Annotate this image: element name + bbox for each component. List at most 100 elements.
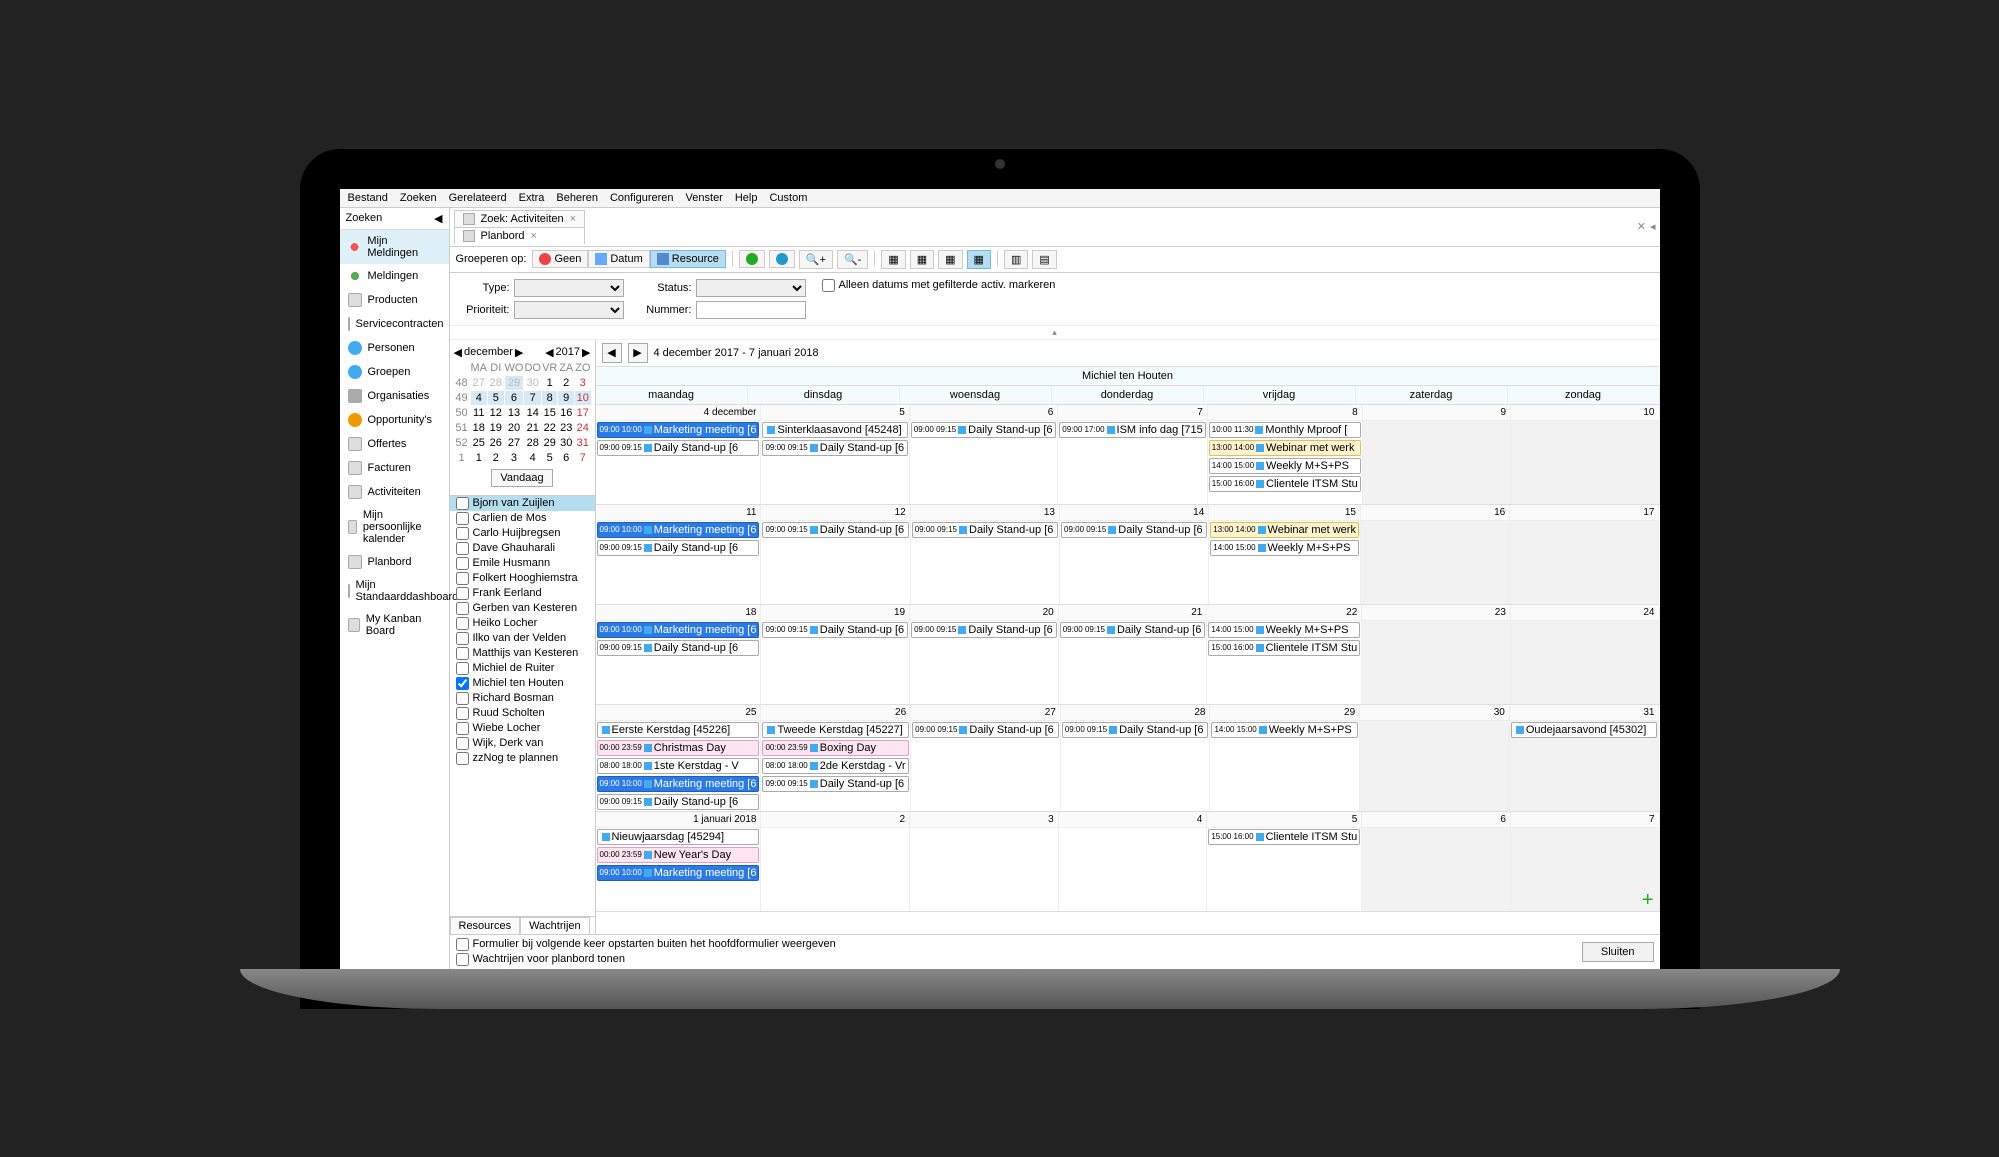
minical-day[interactable]: 15	[542, 406, 558, 420]
minical-day[interactable]: 3	[575, 376, 591, 390]
event[interactable]: 09:00 09:15Daily Stand-up [6	[1062, 722, 1209, 738]
day-cell[interactable]: 1809:00 10:00Marketing meeting [609:00 0…	[596, 605, 762, 704]
resource-checkbox[interactable]	[456, 692, 469, 705]
resource-item[interactable]: Richard Bosman	[450, 691, 595, 706]
resource-item[interactable]: Gerben van Kesteren	[450, 601, 595, 616]
sidebar-item[interactable]: My Kanban Board	[340, 608, 449, 642]
event[interactable]: 09:00 10:00Marketing meeting [6	[597, 522, 760, 538]
minical-day[interactable]: 29	[505, 376, 524, 390]
resource-item[interactable]: Ruud Scholten	[450, 706, 595, 721]
event[interactable]: 10:00 11:30Monthly Mproof [	[1209, 422, 1361, 438]
menu-help[interactable]: Help	[735, 192, 758, 204]
group-geen-button[interactable]: Geen	[532, 250, 588, 268]
resource-checkbox[interactable]	[456, 572, 469, 585]
resource-item[interactable]: Dave Ghauharali	[450, 541, 595, 556]
resource-item[interactable]: Carlien de Mos	[450, 511, 595, 526]
event[interactable]: Oudejaarsavond [45302]	[1511, 722, 1658, 738]
minical-day[interactable]: 4	[524, 451, 541, 465]
sidebar-item[interactable]: Groepen	[340, 360, 449, 384]
sidebar-item[interactable]: Offertes	[340, 432, 449, 456]
minical-day[interactable]: 28	[524, 436, 541, 450]
day-cell[interactable]: 10	[1511, 405, 1659, 504]
day-cell[interactable]: 4 december09:00 10:00Marketing meeting […	[596, 405, 762, 504]
resource-item[interactable]: Carlo Huijbregsen	[450, 526, 595, 541]
filter-dates-checkbox[interactable]	[822, 279, 835, 292]
minical-day[interactable]: 11	[471, 406, 488, 420]
day-cell[interactable]: 30	[1360, 705, 1510, 811]
event[interactable]: 09:00 10:00Marketing meeting [6	[597, 776, 760, 792]
nav-prev-button[interactable]: ◀	[602, 343, 622, 363]
day-cell[interactable]: 23	[1362, 605, 1511, 704]
day-cell[interactable]: 9	[1363, 405, 1511, 504]
day-cell[interactable]: 2009:00 09:15Daily Stand-up [6	[910, 605, 1059, 704]
event[interactable]: 00:00 23:59Christmas Day	[597, 740, 760, 756]
resource-item[interactable]: Frank Eerland	[450, 586, 595, 601]
event[interactable]: 00:00 23:59New Year's Day	[597, 847, 760, 863]
prev-month-icon[interactable]: ◀	[454, 346, 462, 359]
minical-day[interactable]: 21	[524, 421, 541, 435]
event[interactable]: 08:00 18:001ste Kerstdag - V	[597, 758, 760, 774]
event[interactable]: 09:00 09:15Daily Stand-up [6	[911, 622, 1057, 638]
minical-day[interactable]: 5	[488, 391, 504, 405]
collapse-icon[interactable]: ◀	[434, 212, 442, 225]
event[interactable]: 09:00 09:15Daily Stand-up [6	[762, 522, 908, 538]
day-cell[interactable]: 1209:00 09:15Daily Stand-up [6	[761, 505, 910, 604]
menu-bestand[interactable]: Bestand	[348, 192, 388, 204]
resource-checkbox[interactable]	[456, 752, 469, 765]
resource-item[interactable]: Bjorn van Zuijlen	[450, 496, 595, 511]
lower-tab[interactable]: Resources	[450, 917, 521, 934]
minical-day[interactable]: 7	[524, 391, 541, 405]
queues-checkbox[interactable]	[456, 953, 469, 966]
day-cell[interactable]: 1 januari 2018Nieuwjaarsdag [45294]00:00…	[596, 812, 762, 911]
event[interactable]: Tweede Kerstdag [45227]	[762, 722, 909, 738]
next-year-icon[interactable]: ▶	[582, 346, 590, 359]
menu-configureren[interactable]: Configureren	[610, 192, 674, 204]
minical-day[interactable]: 10	[575, 391, 591, 405]
event[interactable]: 09:00 10:00Marketing meeting [6	[597, 865, 760, 881]
minical-day[interactable]: 18	[471, 421, 488, 435]
minical-day[interactable]: 31	[575, 436, 591, 450]
view-timeline-button[interactable]: ▤	[1032, 250, 1056, 269]
resource-item[interactable]: Matthijs van Kesteren	[450, 646, 595, 661]
minical-day[interactable]: 27	[505, 436, 524, 450]
minical-day[interactable]: 9	[558, 391, 574, 405]
event[interactable]: 09:00 09:15Daily Stand-up [6	[762, 622, 908, 638]
resource-checkbox[interactable]	[456, 632, 469, 645]
minical-day[interactable]: 8	[542, 391, 558, 405]
menu-venster[interactable]: Venster	[686, 192, 723, 204]
resource-item[interactable]: Ilko van der Velden	[450, 631, 595, 646]
minical-day[interactable]: 28	[488, 376, 504, 390]
event[interactable]: 09:00 10:00Marketing meeting [6	[597, 622, 760, 638]
event[interactable]: 09:00 09:15Daily Stand-up [6	[597, 640, 760, 656]
tab[interactable]: Zoek: Activiteiten×	[454, 210, 586, 227]
day-cell[interactable]: 2914:00 15:00Weekly M+S+PS	[1210, 705, 1360, 811]
prev-year-icon[interactable]: ◀	[545, 346, 553, 359]
minical-day[interactable]: 26	[488, 436, 504, 450]
event[interactable]: 14:00 15:00Weekly M+S+PS	[1208, 622, 1360, 638]
resource-checkbox[interactable]	[456, 497, 469, 510]
sidebar-item[interactable]: Opportunity's	[340, 408, 449, 432]
menu-extra[interactable]: Extra	[519, 192, 545, 204]
day-cell[interactable]: 24	[1511, 605, 1660, 704]
menu-beheren[interactable]: Beheren	[556, 192, 598, 204]
event[interactable]: 09:00 09:15Daily Stand-up [6	[762, 440, 907, 456]
day-cell[interactable]: 1909:00 09:15Daily Stand-up [6	[761, 605, 910, 704]
minical-day[interactable]: 2	[488, 451, 504, 465]
minical-day[interactable]: 2	[558, 376, 574, 390]
view-workweek-button[interactable]: ▦	[938, 250, 962, 269]
day-cell[interactable]: 2709:00 09:15Daily Stand-up [6	[911, 705, 1061, 811]
zoom-out-icon[interactable]: 🔍-	[837, 250, 868, 269]
event[interactable]: 09:00 10:00Marketing meeting [6	[597, 422, 760, 438]
day-cell[interactable]: 26Tweede Kerstdag [45227]00:00 23:59Boxi…	[761, 705, 911, 811]
startup-checkbox[interactable]	[456, 938, 469, 951]
resource-checkbox[interactable]	[456, 512, 469, 525]
sidebar-item[interactable]: Facturen	[340, 456, 449, 480]
day-cell[interactable]: 7	[1511, 812, 1660, 911]
minical-day[interactable]: 6	[505, 391, 524, 405]
resource-checkbox[interactable]	[456, 542, 469, 555]
group-datum-button[interactable]: Datum	[588, 250, 649, 268]
event[interactable]: Nieuwjaarsdag [45294]	[597, 829, 760, 845]
add-button[interactable]	[739, 250, 765, 268]
resource-item[interactable]: Folkert Hooghiemstra	[450, 571, 595, 586]
close-icon[interactable]: ×	[570, 213, 576, 225]
